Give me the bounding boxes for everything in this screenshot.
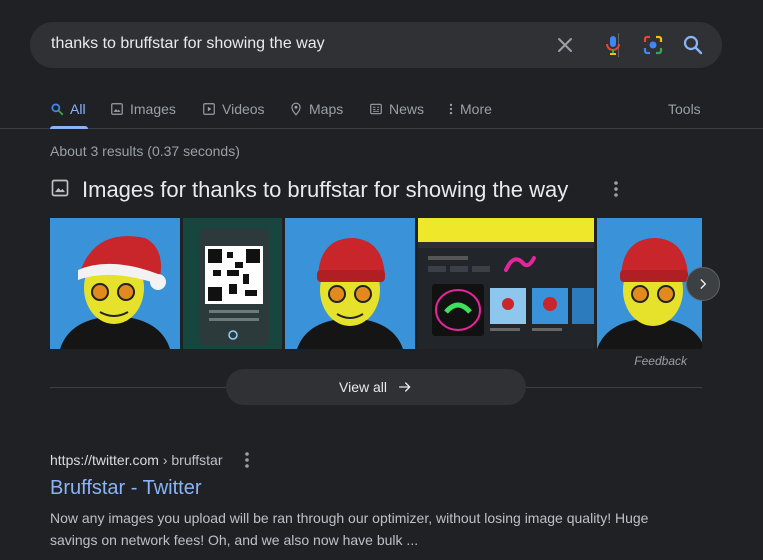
tab-label: All bbox=[70, 101, 86, 117]
chevron-right-icon bbox=[700, 279, 707, 289]
tab-label: Images bbox=[130, 101, 176, 117]
tab-label: News bbox=[389, 101, 425, 117]
more-vert-icon bbox=[449, 103, 453, 115]
image-icon bbox=[111, 103, 123, 115]
result-domain: https://twitter.com bbox=[50, 452, 159, 468]
play-icon bbox=[203, 103, 215, 115]
result-title-link[interactable]: Bruffstar - Twitter bbox=[50, 477, 202, 500]
view-all-label: View all bbox=[339, 379, 387, 395]
arrow-right-icon bbox=[399, 382, 411, 392]
image-thumbnail[interactable] bbox=[183, 218, 282, 349]
result-breadcrumb: › bruffstar bbox=[158, 452, 223, 468]
search-icon bbox=[51, 103, 64, 116]
tools-button[interactable]: Tools bbox=[668, 97, 701, 121]
image-icon bbox=[51, 179, 69, 197]
image-thumbnail[interactable] bbox=[418, 218, 594, 349]
tab-maps[interactable]: Maps bbox=[289, 97, 343, 121]
tab-bar: All Images Videos Maps News More Tools bbox=[0, 92, 763, 129]
carousel-next-button[interactable] bbox=[686, 267, 720, 301]
tab-news[interactable]: News bbox=[369, 97, 424, 121]
view-all-button[interactable]: View all bbox=[226, 369, 526, 405]
images-heading: Images for thanks to bruffstar for showi… bbox=[82, 177, 569, 202]
result-stats: About 3 results (0.37 seconds) bbox=[50, 143, 240, 159]
mic-icon[interactable] bbox=[601, 33, 625, 57]
image-thumbnail[interactable] bbox=[285, 218, 415, 349]
active-tab-indicator bbox=[50, 126, 88, 129]
image-thumbnail[interactable] bbox=[50, 218, 180, 349]
location-pin-icon bbox=[291, 102, 301, 116]
tab-images[interactable]: Images bbox=[110, 97, 176, 121]
result-snippet: Now any images you upload will be ran th… bbox=[50, 510, 649, 548]
tab-label: Maps bbox=[309, 101, 344, 117]
tab-videos[interactable]: Videos bbox=[202, 97, 265, 121]
news-icon bbox=[370, 103, 382, 115]
tab-label: Tools bbox=[668, 101, 701, 117]
search-input[interactable]: thanks to bruffstar for showing the way bbox=[51, 35, 325, 53]
tab-label: Videos bbox=[222, 101, 265, 117]
tab-label: More bbox=[460, 101, 492, 117]
more-options-icon[interactable] bbox=[606, 179, 626, 199]
search-bar[interactable]: thanks to bruffstar for showing the way bbox=[30, 22, 722, 68]
feedback-link[interactable]: Feedback bbox=[634, 354, 687, 368]
lens-icon[interactable] bbox=[641, 33, 665, 57]
result-url[interactable]: https://twitter.com › bruffstar bbox=[50, 452, 222, 468]
tab-all[interactable]: All bbox=[50, 97, 86, 121]
more-options-icon[interactable] bbox=[237, 450, 257, 470]
search-icon[interactable] bbox=[681, 33, 705, 57]
image-carousel bbox=[50, 218, 702, 349]
clear-icon[interactable] bbox=[553, 33, 577, 57]
tab-more[interactable]: More bbox=[448, 97, 492, 121]
